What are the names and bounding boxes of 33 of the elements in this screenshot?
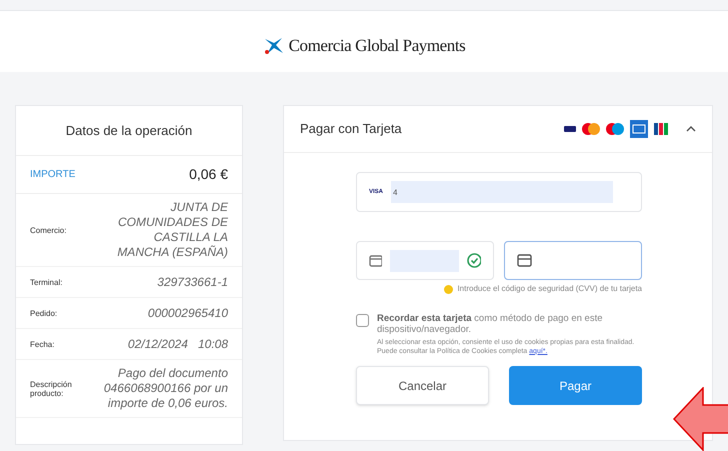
card-brand-icon	[630, 120, 648, 138]
card-title: Pagar con Tarjeta	[300, 120, 402, 138]
calendar-icon	[369, 254, 382, 267]
detail-value: Pago del documento 0466068900166 por un importe de 0,06 euros.	[103, 366, 228, 411]
detail-value: 000002965410	[146, 306, 228, 320]
card-brand-icon	[564, 126, 576, 132]
detail-label: Fecha:	[30, 340, 56, 348]
card-title: Datos de la operación	[16, 106, 242, 156]
card-icon	[517, 254, 532, 267]
detail-value: 02/12/2024 10:08	[126, 336, 228, 352]
detail-value: 329733661-1	[156, 274, 228, 290]
card-brand-icon	[654, 123, 668, 135]
detail-label: Descripción producto:	[30, 380, 73, 398]
cancel-button[interactable]: Cancelar	[356, 366, 489, 405]
detail-label: Pedido:	[30, 308, 58, 318]
detail-value: JUNTA DE COMUNIDADES DE CASTILLA LA MANCHA (ESPAÑA)	[116, 200, 228, 260]
card-brand-icon	[606, 123, 624, 135]
detail-label: Comercio:	[30, 226, 68, 234]
info-icon	[444, 284, 454, 294]
cvv-field[interactable]	[504, 241, 642, 280]
chevron-up-icon[interactable]	[686, 126, 696, 132]
remember-label: Recordar esta tarjeta como método de pago en este dispositivo/navegador.	[377, 313, 604, 335]
cvv-hint: Introduce el código de seguridad (CVV) de tu tarjeta	[457, 283, 642, 295]
amount-label: IMPORTE	[30, 168, 76, 182]
remember-checkbox[interactable]	[356, 314, 369, 327]
amount-value: 0,06 €	[189, 165, 228, 184]
logo-icon	[262, 36, 285, 56]
card-number-input[interactable]: 4	[391, 181, 614, 203]
card-brand-icon	[582, 123, 600, 135]
detail-label: Terminal:	[30, 278, 64, 286]
expiry-field[interactable]	[356, 241, 494, 280]
logo-text: Comercia Global Payments	[288, 34, 466, 57]
arrow-icon	[673, 387, 728, 451]
